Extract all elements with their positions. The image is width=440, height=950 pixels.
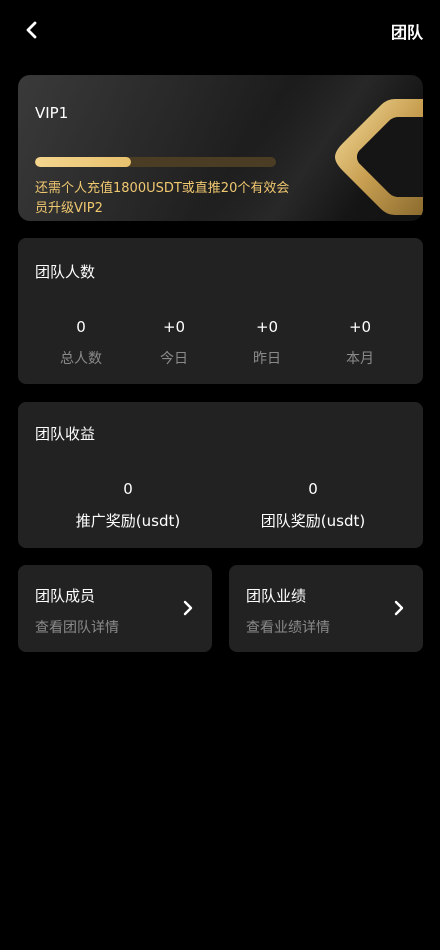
- vip-upgrade-description: 还需个人充值1800USDT或直推20个有效会员升级VIP2: [35, 181, 290, 216]
- page-title: 团队: [390, 23, 423, 42]
- chevron-right-icon: [394, 600, 404, 616]
- chevron-left-icon: [26, 21, 37, 39]
- team-earnings-card: 团队收益 0 推广奖励(usdt) 0 团队奖励(usdt): [18, 402, 423, 548]
- nav-subtitle: 查看业绩详情: [246, 620, 330, 636]
- back-button[interactable]: [18, 16, 44, 44]
- vip-progress-bar: [35, 157, 276, 167]
- earning-value: 0: [308, 480, 318, 498]
- stat-value: 0: [76, 318, 86, 336]
- earning-label: 团队奖励(usdt): [260, 512, 366, 530]
- chevron-right-icon: [183, 600, 193, 616]
- stat-this-month: +0 本月: [315, 318, 405, 368]
- earning-team: 0 团队奖励(usdt): [233, 480, 393, 531]
- team-earnings-title: 团队收益: [35, 425, 96, 443]
- earning-label: 推广奖励(usdt): [75, 512, 181, 530]
- stat-today: +0 今日: [129, 318, 219, 368]
- stat-label: 今日: [160, 351, 188, 367]
- vip-emblem-icon: [335, 99, 423, 215]
- nav-title: 团队业绩: [246, 587, 307, 605]
- vip-level: VIP1: [35, 104, 69, 122]
- stat-value: +0: [348, 318, 372, 336]
- stat-value: +0: [162, 318, 186, 336]
- earning-value: 0: [123, 480, 133, 498]
- stat-label: 本月: [346, 351, 374, 367]
- stat-value: +0: [255, 318, 279, 336]
- stat-label: 昨日: [253, 351, 281, 367]
- nav-subtitle: 查看团队详情: [35, 620, 119, 636]
- vip-progress-fill: [35, 157, 132, 167]
- team-count-card: 团队人数 0 总人数 +0 今日 +0 昨日 +0 本月: [18, 238, 423, 384]
- nav-title: 团队成员: [35, 587, 96, 605]
- team-performance-link[interactable]: 团队业绩 查看业绩详情: [229, 565, 423, 652]
- team-members-link[interactable]: 团队成员 查看团队详情: [18, 565, 212, 652]
- vip-card: VIP1 还需个人充值1800USDT或直推20个有效会员升级VIP2: [18, 75, 423, 221]
- stat-total: 0 总人数: [36, 318, 126, 368]
- stat-label: 总人数: [60, 351, 102, 367]
- header: 团队: [0, 0, 440, 60]
- earning-promotion: 0 推广奖励(usdt): [48, 480, 208, 531]
- team-count-title: 团队人数: [35, 263, 96, 281]
- stat-yesterday: +0 昨日: [222, 318, 312, 368]
